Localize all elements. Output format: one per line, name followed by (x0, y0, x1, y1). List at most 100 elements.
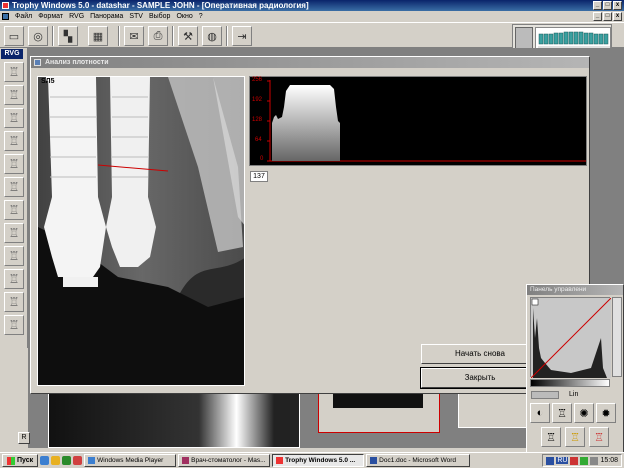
tooth-tool-5[interactable]: ♖ (4, 154, 24, 174)
tooth-tool-4[interactable]: ♖ (4, 131, 24, 151)
task-trophy[interactable]: Trophy Windows 5.0 ... (272, 454, 365, 467)
tooth-icon: ♖ (570, 431, 580, 444)
tray-icon[interactable] (570, 456, 579, 465)
toolbar-separator (52, 26, 54, 46)
tooth-tool-8[interactable]: ♖ (4, 223, 24, 243)
toolbar-separator (118, 26, 120, 46)
app-title-bar: Trophy Windows 5.0 - datashar - SAMPLE J… (0, 0, 624, 11)
filter-button-4[interactable]: ✹ (596, 403, 616, 423)
menu-stv[interactable]: STV (126, 11, 146, 22)
filter-button-1[interactable]: ◐ (530, 403, 550, 423)
gray-level-slider[interactable] (530, 379, 610, 387)
filter-icon: ◐ (536, 407, 544, 419)
menu-help[interactable]: ? (196, 11, 206, 22)
windows-logo-icon (7, 456, 15, 465)
quicklaunch-ie-icon[interactable] (40, 456, 50, 465)
rvg-label: RVG (1, 49, 23, 59)
exit-icon: ⇥ (237, 30, 247, 43)
minimize-button[interactable]: _ (593, 1, 602, 10)
menu-file[interactable]: Файл (12, 11, 35, 22)
tooth-icon: ♖ (8, 203, 20, 217)
tooth-tool-2[interactable]: ♖ (4, 85, 24, 105)
dialog-icon (34, 59, 41, 66)
exit-button[interactable]: ⇥ (232, 26, 252, 46)
disc-icon: ◎ (33, 30, 43, 43)
mdi-close-button[interactable]: x (613, 12, 622, 21)
color-icon: ✺ (579, 407, 589, 420)
graph-tick-0: 0 (260, 156, 264, 162)
open-folder-button[interactable]: ▭ (4, 26, 24, 46)
quicklaunch-explorer-icon[interactable] (51, 456, 61, 465)
globe-button[interactable]: ◍ (202, 26, 222, 46)
folder-icon: ▭ (8, 30, 20, 43)
control-scrollbar[interactable] (612, 297, 622, 377)
tooth-tool-3[interactable]: ♖ (4, 108, 24, 128)
language-indicator[interactable]: RU (556, 457, 569, 464)
task-word[interactable]: Doc1.doc - Microsoft Word (366, 454, 471, 467)
restart-button[interactable]: Начать снова (421, 344, 539, 364)
graph-tick-128: 128 (252, 117, 263, 123)
tooth-tool-9[interactable]: ♖ (4, 246, 24, 266)
tone-curve[interactable] (530, 297, 612, 379)
document-icon[interactable] (2, 13, 9, 20)
quicklaunch-media-icon[interactable] (62, 456, 72, 465)
tooth-icon: ♖ (546, 431, 556, 444)
filter-button-3[interactable]: ✺ (574, 403, 594, 423)
task-media-player[interactable]: Windows Media Player (84, 454, 177, 467)
print-button[interactable]: ⎙ (148, 26, 168, 46)
background-xray-2[interactable] (318, 393, 440, 433)
density-graph[interactable]: 256 192 128 64 0 (249, 76, 587, 166)
taskbar: Пуск Windows Media Player Врач-стоматоло… (0, 452, 624, 468)
disc-button[interactable]: ◎ (28, 26, 48, 46)
tooth-view-button-3[interactable]: ♖ (589, 427, 609, 447)
tooth-icon: ♖ (8, 88, 20, 102)
close-button[interactable]: x (613, 1, 622, 10)
palette-icon: ✹ (601, 407, 611, 420)
tooth-view-button-1[interactable]: ♖ (541, 427, 561, 447)
tooth-tool-1[interactable]: ♖ (4, 62, 24, 82)
density-value-readout: 137 (250, 171, 268, 182)
menu-panorama[interactable]: Панорама (87, 11, 126, 22)
density-graph-plot (267, 80, 586, 162)
quicklaunch-app-icon[interactable] (73, 456, 83, 465)
tooth-tool-12[interactable]: ♖ (4, 315, 24, 335)
tooth-view-button-2[interactable]: ♖ (565, 427, 585, 447)
media-player-icon (88, 457, 96, 464)
tooth-tool-10[interactable]: ♖ (4, 269, 24, 289)
system-tray: RU 15:08 (542, 454, 622, 467)
layout-button[interactable]: ▚ (58, 26, 78, 46)
mdi-restore-button[interactable]: □ (603, 12, 612, 21)
implant-tool-button[interactable]: ⚒ (178, 26, 198, 46)
mail-button[interactable]: ✉ (124, 26, 144, 46)
control-panel-title: Панель управлени (527, 285, 623, 295)
tooth-icon: ♖ (8, 180, 20, 194)
task-label: Windows Media Player (97, 457, 164, 464)
menu-window[interactable]: Окно (173, 11, 195, 22)
tooth-tool-6[interactable]: ♖ (4, 177, 24, 197)
start-button[interactable]: Пуск (2, 454, 39, 467)
mail-icon: ✉ (129, 30, 139, 43)
task-dentist[interactable]: Врач-стоматолог - Mas... (178, 454, 271, 467)
menu-rvg[interactable]: RVG (66, 11, 87, 22)
filter-button-2[interactable]: ♖ (552, 403, 572, 423)
dialog-close-button[interactable]: Закрыть (420, 367, 540, 389)
mdi-minimize-button[interactable]: _ (593, 12, 602, 21)
tooth-tool-11[interactable]: ♖ (4, 292, 24, 312)
menu-select[interactable]: Выбор (146, 11, 174, 22)
menu-format[interactable]: Формат (35, 11, 66, 22)
volume-icon[interactable] (590, 456, 599, 465)
maximize-button[interactable]: □ (603, 1, 612, 10)
grid-layout-button[interactable]: ▦ (88, 26, 108, 46)
xray-image[interactable]: ЅЛ5 (37, 76, 245, 386)
background-xray-1[interactable] (48, 393, 300, 448)
density-analysis-dialog: Анализ плотности ЅЛ5 256 192 128 64 0 13… (30, 56, 590, 394)
mode-preset[interactable] (531, 391, 559, 399)
app-icon (182, 457, 190, 464)
grid-icon: ▦ (92, 30, 104, 43)
tray-app-icon[interactable] (546, 456, 555, 465)
r-status-button[interactable]: R (18, 432, 30, 444)
task-label: Trophy Windows 5.0 ... (285, 457, 356, 464)
tray-icon[interactable] (580, 456, 589, 465)
background-xray-3[interactable] (458, 393, 528, 428)
tooth-tool-7[interactable]: ♖ (4, 200, 24, 220)
